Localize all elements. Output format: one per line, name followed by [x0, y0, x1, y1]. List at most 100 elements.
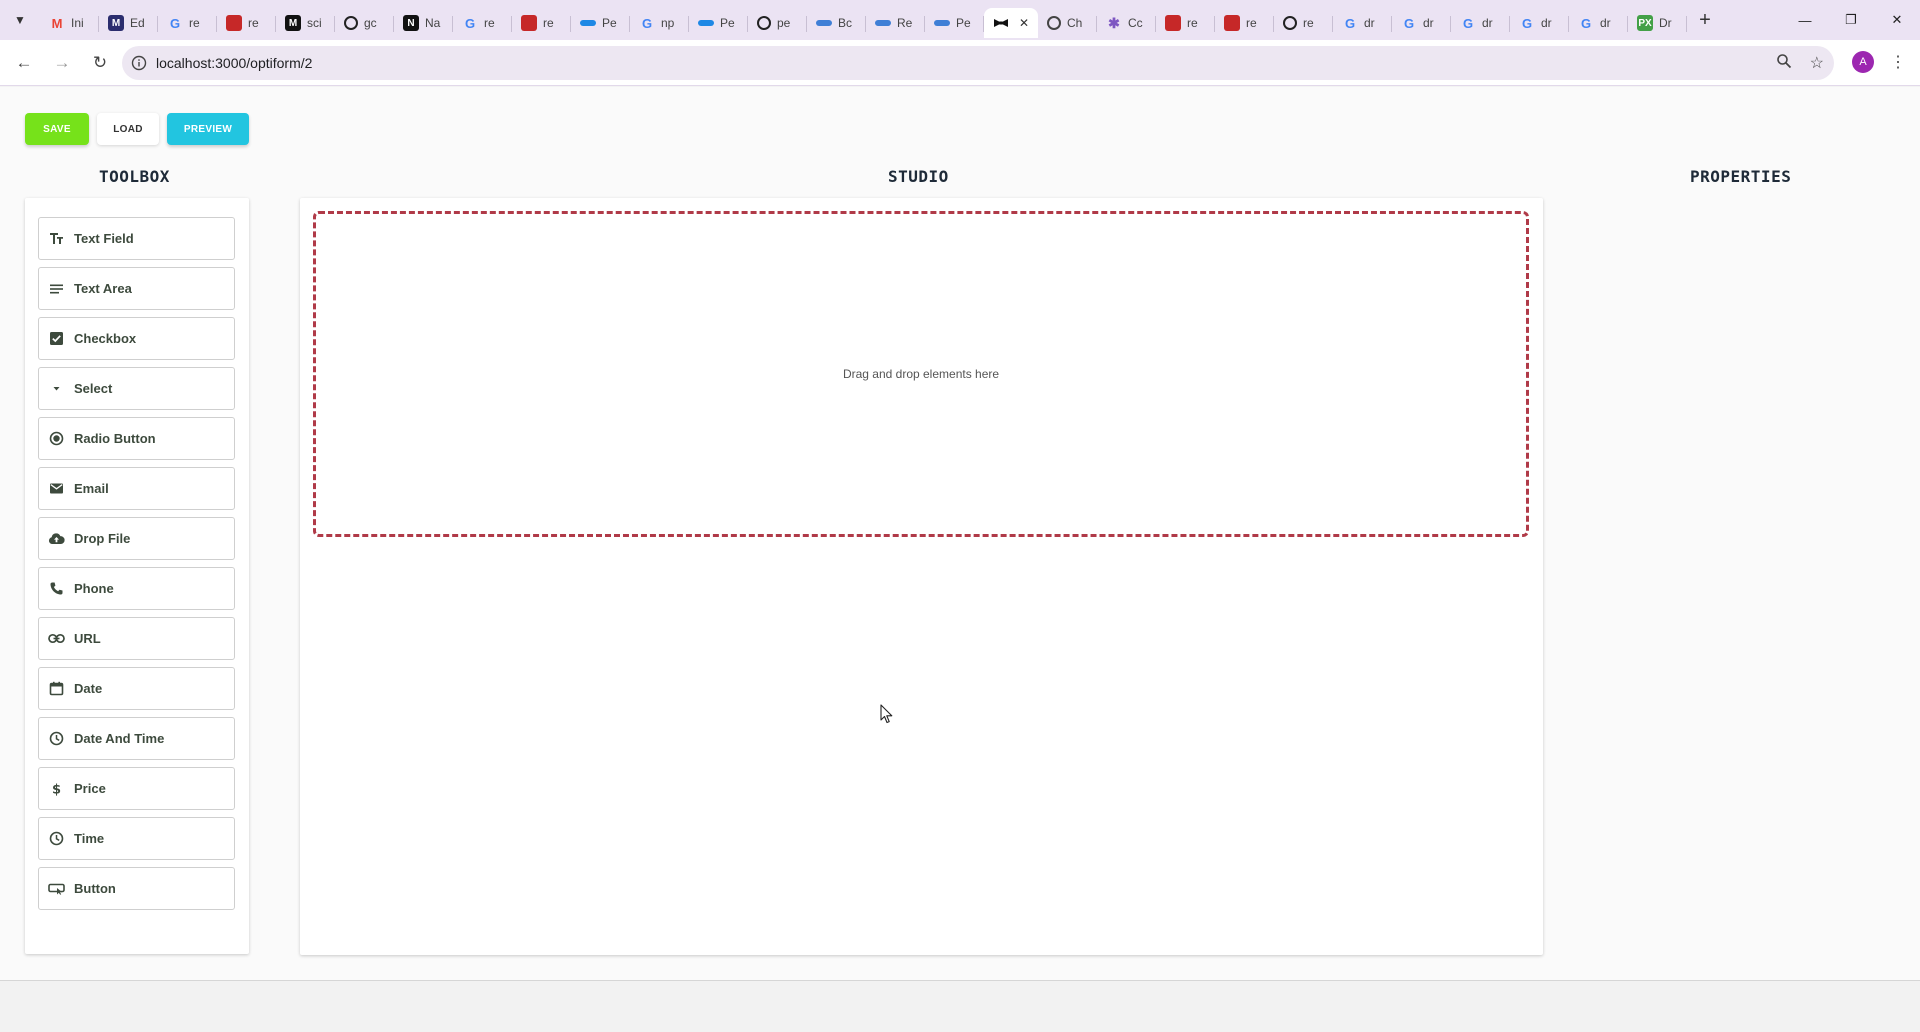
claude-icon: ✱ — [1108, 14, 1120, 31]
browser-tab[interactable]: Gdr — [1569, 8, 1628, 38]
preview-button[interactable]: PREVIEW — [167, 113, 249, 145]
address-bar[interactable]: localhost:3000/optiform/2 ☆ — [122, 46, 1834, 80]
browser-tab-title: Pe — [956, 16, 971, 30]
url-text[interactable]: localhost:3000/optiform/2 — [156, 55, 312, 71]
browser-tab[interactable]: Gdr — [1510, 8, 1569, 38]
browser-tab[interactable]: re — [512, 8, 571, 38]
browser-tab-active[interactable]: ✕ — [984, 8, 1038, 38]
browser-tab[interactable]: Pe — [571, 8, 630, 38]
new-tab-plus-icon[interactable]: + — [1687, 0, 1723, 40]
google-icon: G — [1580, 15, 1592, 31]
medium-icon: M — [285, 15, 301, 31]
site-info-icon[interactable] — [122, 55, 156, 71]
zoom-icon[interactable] — [1776, 53, 1792, 74]
browser-tab[interactable]: re — [1156, 8, 1215, 38]
browser-tab[interactable]: ✱ Cc — [1097, 8, 1156, 38]
toolbox-item-select[interactable]: Select — [38, 367, 235, 410]
back-arrow-icon[interactable]: ← — [6, 45, 42, 81]
browser-tab[interactable]: Re — [866, 8, 925, 38]
text-fields-icon — [47, 230, 65, 248]
browser-tab[interactable]: re — [1215, 8, 1274, 38]
button-icon — [47, 880, 65, 898]
toolbox-item-text-field[interactable]: Text Field — [38, 217, 235, 260]
toolbox-item-label: Time — [74, 831, 105, 846]
browser-tab-title: dr — [1482, 16, 1493, 30]
blue-strip-icon — [875, 20, 891, 26]
restore-icon[interactable]: ❐ — [1828, 0, 1874, 40]
browser-tab[interactable]: gc — [335, 8, 394, 38]
window-controls: — ❐ ✕ — [1782, 0, 1920, 40]
toolbox-item-label: Date — [74, 681, 103, 696]
browser-tab-title: re — [1187, 16, 1198, 30]
red-square-icon — [521, 15, 537, 31]
browser-tab[interactable]: M Ini — [40, 8, 99, 38]
browser-tab[interactable]: Pe — [689, 8, 748, 38]
browser-tab-title: re — [1303, 16, 1314, 30]
calendar-icon — [47, 680, 65, 698]
forward-arrow-icon[interactable]: → — [44, 45, 80, 81]
toolbox-item-phone[interactable]: Phone — [38, 567, 235, 610]
minimize-icon[interactable]: — — [1782, 0, 1828, 40]
toolbox-item-time[interactable]: Time — [38, 817, 235, 860]
toolbox-item-checkbox[interactable]: Checkbox — [38, 317, 235, 360]
email-icon — [47, 480, 65, 498]
link-icon — [47, 630, 65, 648]
browser-tab[interactable]: Ch — [1038, 8, 1097, 38]
properties-title: PROPERTIES — [1690, 167, 1792, 186]
browser-tab-title: dr — [1423, 16, 1434, 30]
browser-tab[interactable]: re — [217, 8, 276, 38]
toolbox-item-label: Button — [74, 881, 116, 896]
browser-tab[interactable]: Gre — [453, 8, 512, 38]
openai-icon — [1047, 16, 1061, 30]
blue-strip-icon — [698, 20, 714, 26]
toolbox-item-price[interactable]: $ Price — [38, 767, 235, 810]
browser-tab[interactable]: Msci — [276, 8, 335, 38]
load-button[interactable]: LOAD — [97, 113, 159, 145]
toolbox-item-button[interactable]: Button — [38, 867, 235, 910]
action-bar: SAVE LOAD PREVIEW — [25, 113, 249, 145]
cloud-upload-icon — [47, 530, 65, 548]
toolbox-item-email[interactable]: Email — [38, 467, 235, 510]
browser-tab[interactable]: M Ed — [99, 8, 158, 38]
browser-tab-title: gc — [364, 16, 377, 30]
toolbox-item-drop-file[interactable]: Drop File — [38, 517, 235, 560]
save-button[interactable]: SAVE — [25, 113, 89, 145]
px-icon: PX — [1637, 15, 1653, 31]
red-square-icon — [1224, 15, 1240, 31]
browser-tab[interactable]: Gre — [158, 8, 217, 38]
browser-tab[interactable]: Bc — [807, 8, 866, 38]
browser-tab-title: re — [1246, 16, 1257, 30]
browser-tab[interactable]: Gdr — [1333, 8, 1392, 38]
dropzone[interactable]: Drag and drop elements here — [313, 211, 1529, 537]
browser-menu-icon[interactable]: ⋮ — [1888, 51, 1908, 73]
toolbox-item-url[interactable]: URL — [38, 617, 235, 660]
google-icon: G — [169, 15, 181, 31]
toolbox-item-label: Date And Time — [74, 731, 165, 746]
browser-tab-title: dr — [1541, 16, 1552, 30]
close-window-icon[interactable]: ✕ — [1874, 0, 1920, 40]
browser-tab[interactable]: pe — [748, 8, 807, 38]
tab-search-chevron-icon[interactable]: ▼ — [0, 0, 40, 40]
reload-icon[interactable]: ↻ — [82, 45, 118, 81]
browser-tab[interactable]: re — [1274, 8, 1333, 38]
browser-tab[interactable]: Gnp — [630, 8, 689, 38]
browser-tab[interactable]: Gdr — [1392, 8, 1451, 38]
google-icon: G — [1462, 15, 1474, 31]
browser-tab[interactable]: N Na — [394, 8, 453, 38]
toolbox-item-label: Phone — [74, 581, 114, 596]
close-tab-icon[interactable]: ✕ — [1019, 16, 1029, 30]
bookmark-star-icon[interactable]: ☆ — [1810, 53, 1824, 73]
browser-tab[interactable]: Gdr — [1451, 8, 1510, 38]
toolbox-item-radio-button[interactable]: Radio Button — [38, 417, 235, 460]
profile-avatar[interactable]: A — [1852, 51, 1874, 73]
github-icon — [344, 16, 358, 30]
toolbox-item-label: URL — [74, 631, 101, 646]
bowtie-icon — [993, 15, 1009, 31]
toolbox-item-date[interactable]: Date — [38, 667, 235, 710]
toolbox-item-label: Email — [74, 481, 109, 496]
clock-icon — [47, 830, 65, 848]
toolbox-item-date-and-time[interactable]: Date And Time — [38, 717, 235, 760]
toolbox-item-text-area[interactable]: Text Area — [38, 267, 235, 310]
browser-tab[interactable]: PX Dr — [1628, 8, 1687, 38]
browser-tab[interactable]: Pe — [925, 8, 984, 38]
